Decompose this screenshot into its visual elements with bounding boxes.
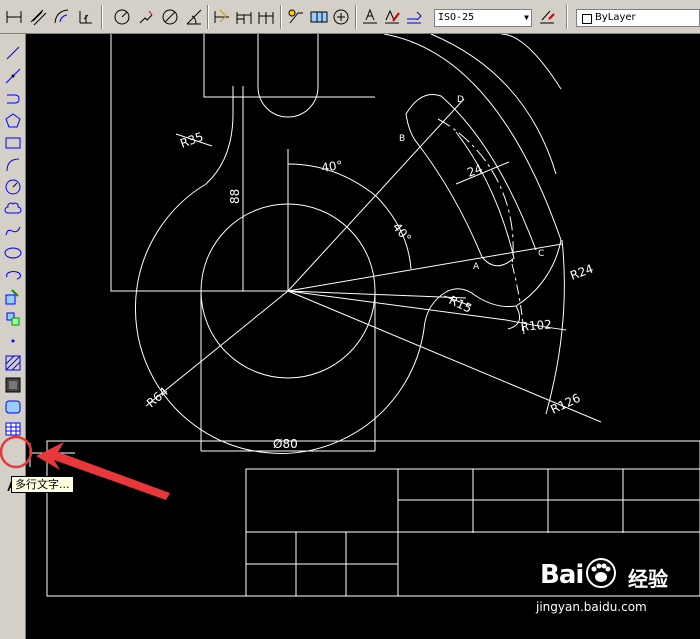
label-dim-88: 88 bbox=[228, 189, 242, 204]
dimension-update-icon[interactable] bbox=[404, 7, 424, 27]
toolbar-separator bbox=[280, 5, 282, 29]
crosshair-stub bbox=[29, 443, 75, 467]
dimension-text-edit-icon[interactable] bbox=[382, 7, 402, 27]
arc-icon[interactable] bbox=[3, 155, 23, 175]
linear-dimension-icon[interactable] bbox=[4, 7, 24, 27]
color-swatch-icon bbox=[582, 14, 592, 24]
r64-leader bbox=[145, 290, 289, 407]
aligned-dimension-icon[interactable] bbox=[28, 7, 48, 27]
angular-dimension-icon[interactable] bbox=[184, 7, 204, 27]
layer-select[interactable]: ByLayer bbox=[576, 9, 700, 27]
diameter-80-dimension bbox=[200, 291, 376, 452]
paw-icon bbox=[586, 558, 616, 588]
slot-end-b bbox=[405, 113, 419, 145]
cad-drawing: R35 88 40° 40° 24 A B C D R24 R15 R102 R… bbox=[29, 34, 700, 597]
label-angle-1: 40° bbox=[320, 158, 343, 175]
polyline-icon[interactable] bbox=[3, 89, 23, 109]
dimension-style-value: ISO-25 bbox=[438, 12, 475, 23]
spline-icon[interactable] bbox=[3, 221, 23, 241]
watermark-url: jingyan.baidu.com bbox=[536, 600, 647, 614]
baseline-dimension-icon[interactable] bbox=[234, 7, 254, 27]
r24-outer-arc bbox=[383, 34, 562, 241]
draw-toolbar: A bbox=[0, 34, 26, 639]
layer-value: ByLayer bbox=[595, 12, 636, 23]
toolbar-separator bbox=[355, 5, 357, 29]
dimension-style-manager-icon[interactable] bbox=[537, 7, 557, 27]
top-slot bbox=[257, 34, 319, 118]
dimension-toolbar: ISO-25 ▼ ByLayer bbox=[0, 0, 700, 34]
watermark-brand: Bai bbox=[540, 560, 584, 590]
drawing-canvas[interactable]: R35 88 40° 40° 24 A B C D R24 R15 R102 R… bbox=[26, 34, 700, 639]
circle-icon[interactable] bbox=[3, 177, 23, 197]
diameter-dimension-icon[interactable] bbox=[160, 7, 180, 27]
multiline-text-tooltip: 多行文字... bbox=[11, 476, 74, 493]
dimension-style-select[interactable]: ISO-25 ▼ bbox=[434, 9, 532, 27]
region-icon[interactable] bbox=[3, 397, 23, 417]
point-icon[interactable] bbox=[3, 331, 23, 351]
construction-line-icon[interactable] bbox=[3, 66, 23, 86]
toolbar-separator bbox=[101, 5, 103, 29]
toolbar-separator bbox=[207, 5, 209, 29]
label-r35: R35 bbox=[178, 130, 205, 151]
arc-length-icon[interactable] bbox=[52, 7, 72, 27]
dimension-edit-icon[interactable] bbox=[360, 7, 380, 27]
tolerance-icon[interactable] bbox=[309, 7, 329, 27]
label-r102: R102 bbox=[520, 317, 552, 334]
label-dim-24: 24 bbox=[465, 161, 484, 179]
dimension-88-extension bbox=[110, 34, 289, 292]
ellipse-icon[interactable] bbox=[3, 243, 23, 263]
jogged-dimension-icon[interactable] bbox=[136, 7, 156, 27]
slot-inner-arc bbox=[417, 131, 515, 267]
toolbar-separator bbox=[566, 5, 568, 29]
polygon-icon[interactable] bbox=[3, 111, 23, 131]
label-angle-2: 40° bbox=[390, 220, 414, 245]
watermark-brand-cn: 经验 bbox=[628, 567, 668, 591]
hook-tip-arc bbox=[507, 305, 521, 330]
table-icon[interactable] bbox=[3, 419, 23, 439]
rectangle-icon[interactable] bbox=[3, 133, 23, 153]
slot-extension-line bbox=[203, 34, 375, 98]
label-point-d: D bbox=[457, 95, 464, 105]
radius-dimension-icon[interactable] bbox=[112, 7, 132, 27]
continue-dimension-icon[interactable] bbox=[256, 7, 276, 27]
revision-cloud-icon[interactable] bbox=[3, 199, 23, 219]
label-r24: R24 bbox=[568, 262, 595, 283]
ordinate-dimension-icon[interactable] bbox=[76, 7, 96, 27]
hook-neck-arc bbox=[205, 113, 234, 185]
chevron-down-icon: ▼ bbox=[524, 13, 529, 22]
baidu-watermark: Bai 经验 jingyan.baidu.com bbox=[528, 556, 696, 634]
outer-arc-3 bbox=[500, 34, 562, 90]
label-point-c: C bbox=[538, 249, 544, 259]
r24-leader bbox=[287, 243, 563, 292]
label-point-b: B bbox=[399, 134, 405, 144]
label-r64: R64 bbox=[144, 384, 171, 410]
label-diameter-80: Ø80 bbox=[273, 437, 298, 451]
ellipse-arc-icon[interactable] bbox=[3, 265, 23, 285]
line-icon[interactable] bbox=[3, 43, 23, 63]
center-mark-icon[interactable] bbox=[331, 7, 351, 27]
quick-dimension-icon[interactable] bbox=[212, 7, 232, 27]
hatch-icon[interactable] bbox=[3, 353, 23, 373]
label-point-a: A bbox=[473, 262, 480, 272]
gradient-icon[interactable] bbox=[3, 375, 23, 395]
make-block-icon[interactable] bbox=[3, 309, 23, 329]
slot-axis-line bbox=[287, 98, 465, 292]
quick-leader-icon[interactable] bbox=[286, 7, 306, 27]
label-r126: R126 bbox=[548, 391, 582, 417]
insert-block-icon[interactable] bbox=[3, 287, 23, 307]
